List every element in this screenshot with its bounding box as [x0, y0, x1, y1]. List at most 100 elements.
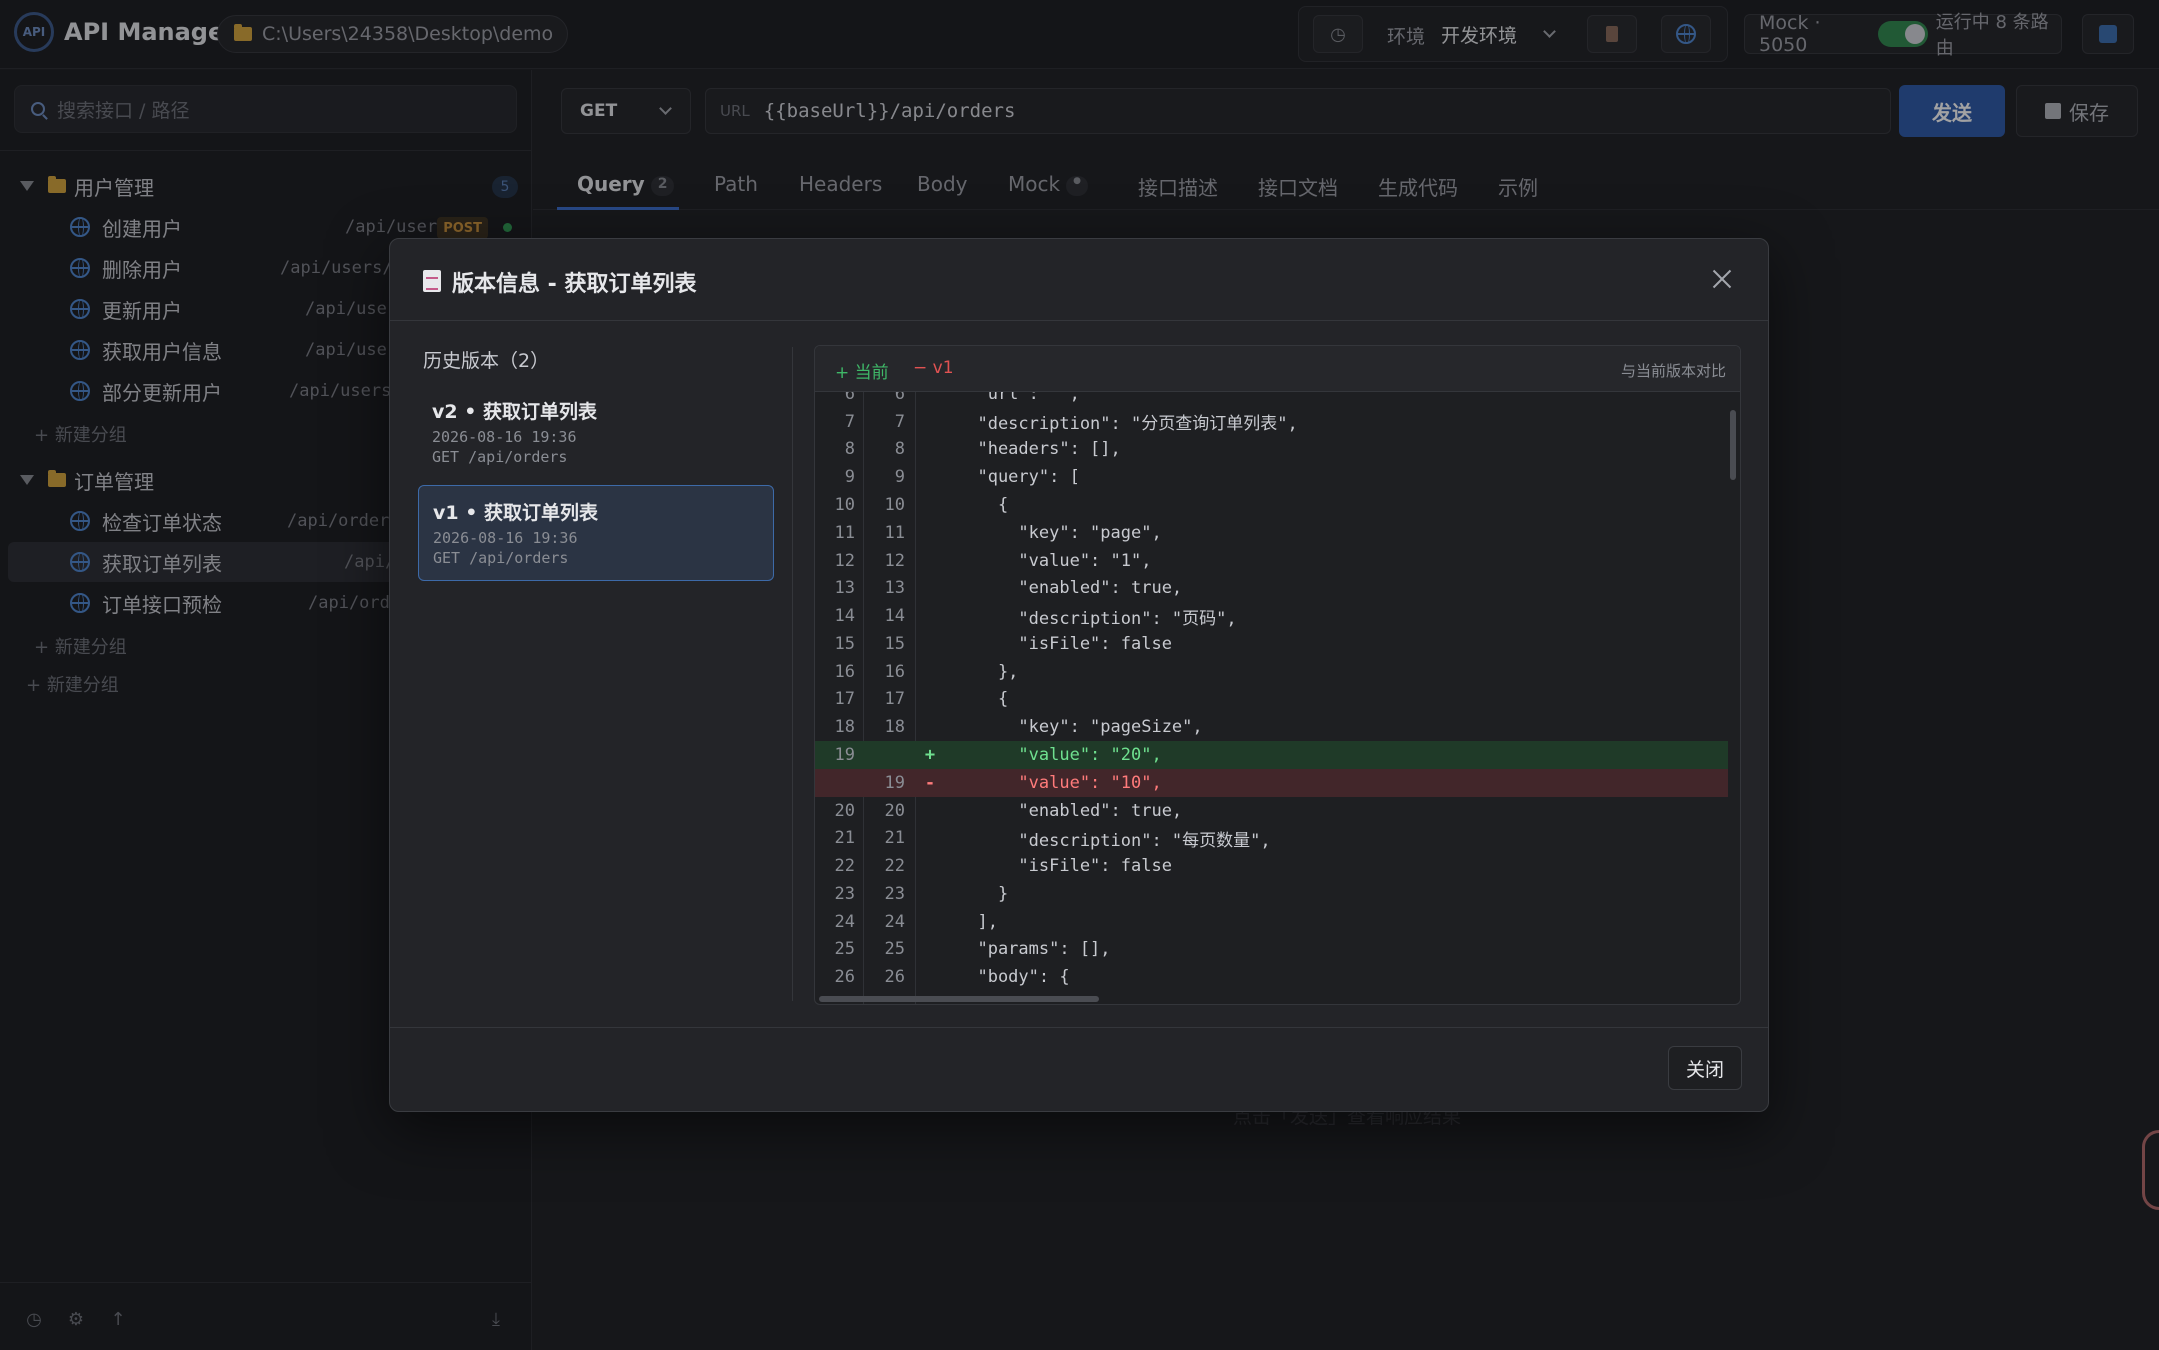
left-line-number: 22 — [834, 856, 855, 877]
version-date: 2026-08-16 19:36 — [432, 428, 577, 446]
version-name: v2 • 获取订单列表 — [432, 401, 597, 423]
close-button[interactable]: 关闭 — [1668, 1046, 1742, 1090]
diff-line: 11 11 "key": "page", — [815, 519, 1728, 547]
diff-marker: + — [924, 744, 936, 765]
right-line-number: 13 — [884, 578, 905, 599]
left-line-number: 14 — [834, 606, 855, 627]
code-text: "isFile": false — [957, 633, 1172, 654]
version-dialog: 版本信息 - 获取订单列表 历史版本（2） v2 • 获取订单列表 2026-0… — [389, 238, 1769, 1112]
diff-line-added: 19 + "value": "20", — [815, 741, 1728, 769]
diff-viewer[interactable]: + 当前 − v1 与当前版本对比 6 6 "url": "", 7 7 "descr… — [814, 345, 1741, 1005]
diff-line: 13 13 "enabled": true, — [815, 574, 1728, 602]
diff-line: 20 20 "enabled": true, — [815, 797, 1728, 825]
right-line-number: 20 — [884, 800, 905, 821]
right-line-number: 10 — [884, 494, 905, 515]
right-line-number: 19 — [884, 772, 905, 793]
right-line-number: 18 — [884, 717, 905, 738]
left-line-number: 18 — [834, 717, 855, 738]
right-line-number: 22 — [884, 856, 905, 877]
right-line-number: 26 — [884, 967, 905, 988]
diff-line: 23 23 } — [815, 880, 1728, 908]
diff-line: 12 12 "value": "1", — [815, 547, 1728, 575]
right-line-number: 16 — [884, 661, 905, 682]
code-text: } — [957, 883, 1009, 904]
right-line-number: 23 — [884, 883, 905, 904]
right-line-number: 15 — [884, 633, 905, 654]
diff-line: 8 8 "headers": [], — [815, 436, 1728, 464]
right-line-number: 14 — [884, 606, 905, 627]
diff-line-removed: 19- "value": "10", — [815, 768, 1728, 797]
diff-marker: - — [924, 772, 936, 793]
diff-line: 9 9 "query": [ — [815, 463, 1728, 491]
version-date: 2026-08-16 19:36 — [433, 529, 578, 547]
right-line-number: 25 — [884, 939, 905, 960]
diff-line: 14 14 "description": "页码", — [815, 602, 1728, 630]
version-request: GET /api/orders — [433, 549, 569, 567]
code-text: "value": "10", — [957, 772, 1162, 793]
version-request: GET /api/orders — [432, 448, 568, 466]
code-text: "value": "20", — [957, 744, 1162, 765]
left-line-number: 23 — [834, 883, 855, 904]
right-line-number: 11 — [884, 522, 905, 543]
code-text: "description": "页码", — [957, 608, 1237, 629]
dialog-footer: 关闭 — [390, 1027, 1768, 1111]
diff-line: 10 10 { — [815, 491, 1728, 519]
diff-line: 17 17 { — [815, 686, 1728, 714]
diff-header: + 当前 − v1 与当前版本对比 — [815, 346, 1740, 392]
diff-line: 21 21 "description": "每页数量", — [815, 824, 1728, 852]
dialog-title: 版本信息 - 获取订单列表 — [452, 272, 697, 297]
diff-line: 24 24 ], — [815, 908, 1728, 936]
diff-line: 15 15 "isFile": false — [815, 630, 1728, 658]
code-text: "description": "分页查询订单列表", — [957, 414, 1298, 435]
code-text: { — [957, 494, 1009, 515]
right-line-number: 17 — [884, 689, 905, 710]
legend-current: + 当前 — [835, 363, 889, 383]
left-line-number: 12 — [834, 550, 855, 571]
horizontal-scrollbar[interactable] — [819, 996, 1099, 1002]
left-line-number: 17 — [834, 689, 855, 710]
right-line-number: 6 — [894, 392, 905, 404]
left-line-number: 24 — [834, 911, 855, 932]
code-text: "enabled": true, — [957, 578, 1183, 599]
close-icon[interactable] — [1710, 267, 1734, 291]
code-text: "body": { — [957, 967, 1070, 988]
diff-line: 18 18 "key": "pageSize", — [815, 713, 1728, 741]
version-name: v1 • 获取订单列表 — [433, 502, 598, 524]
diff-line: 16 16 }, — [815, 658, 1728, 686]
version-item-v2[interactable]: v2 • 获取订单列表 2026-08-16 19:36 GET /api/or… — [418, 385, 774, 481]
left-line-number: 9 — [844, 467, 855, 488]
left-line-number: 6 — [844, 392, 855, 404]
code-text: "description": "每页数量", — [957, 830, 1271, 851]
code-text: "value": "1", — [957, 550, 1152, 571]
right-line-number: 9 — [894, 467, 905, 488]
diff-body: 6 6 "url": "", 7 7 "description": "分页查询订单列表… — [815, 392, 1740, 1004]
code-text: "headers": [], — [957, 439, 1121, 460]
code-text: "url": "", — [957, 392, 1080, 404]
code-text: "enabled": true, — [957, 800, 1183, 821]
code-text: "key": "page", — [957, 522, 1162, 543]
code-text: "query": [ — [957, 467, 1080, 488]
compare-note: 与当前版本对比 — [1620, 362, 1726, 380]
left-line-number: 16 — [834, 661, 855, 682]
left-line-number: 20 — [834, 800, 855, 821]
right-line-number: 8 — [894, 439, 905, 460]
left-line-number: 21 — [834, 828, 855, 849]
code-text: "isFile": false — [957, 856, 1172, 877]
diff-line: 7 7 "description": "分页查询订单列表", — [815, 408, 1728, 436]
left-line-number: 7 — [844, 411, 855, 432]
diff-line: 6 6 "url": "", — [815, 392, 1728, 408]
version-item-v1[interactable]: v1 • 获取订单列表 2026-08-16 19:36 GET /api/or… — [418, 485, 774, 581]
left-line-number: 10 — [834, 494, 855, 515]
left-line-number: 11 — [834, 522, 855, 543]
history-versions-title: 历史版本（2） — [423, 350, 550, 372]
left-line-number: 26 — [834, 967, 855, 988]
right-line-number: 21 — [884, 828, 905, 849]
panel-divider — [792, 347, 793, 1001]
left-line-number: 25 — [834, 939, 855, 960]
diff-line: 22 22 "isFile": false — [815, 852, 1728, 880]
legend-v1: − v1 — [913, 358, 954, 378]
right-line-number: 12 — [884, 550, 905, 571]
code-text: }, — [957, 661, 1019, 682]
left-line-number: 19 — [834, 744, 855, 765]
vertical-scrollbar[interactable] — [1730, 410, 1736, 480]
